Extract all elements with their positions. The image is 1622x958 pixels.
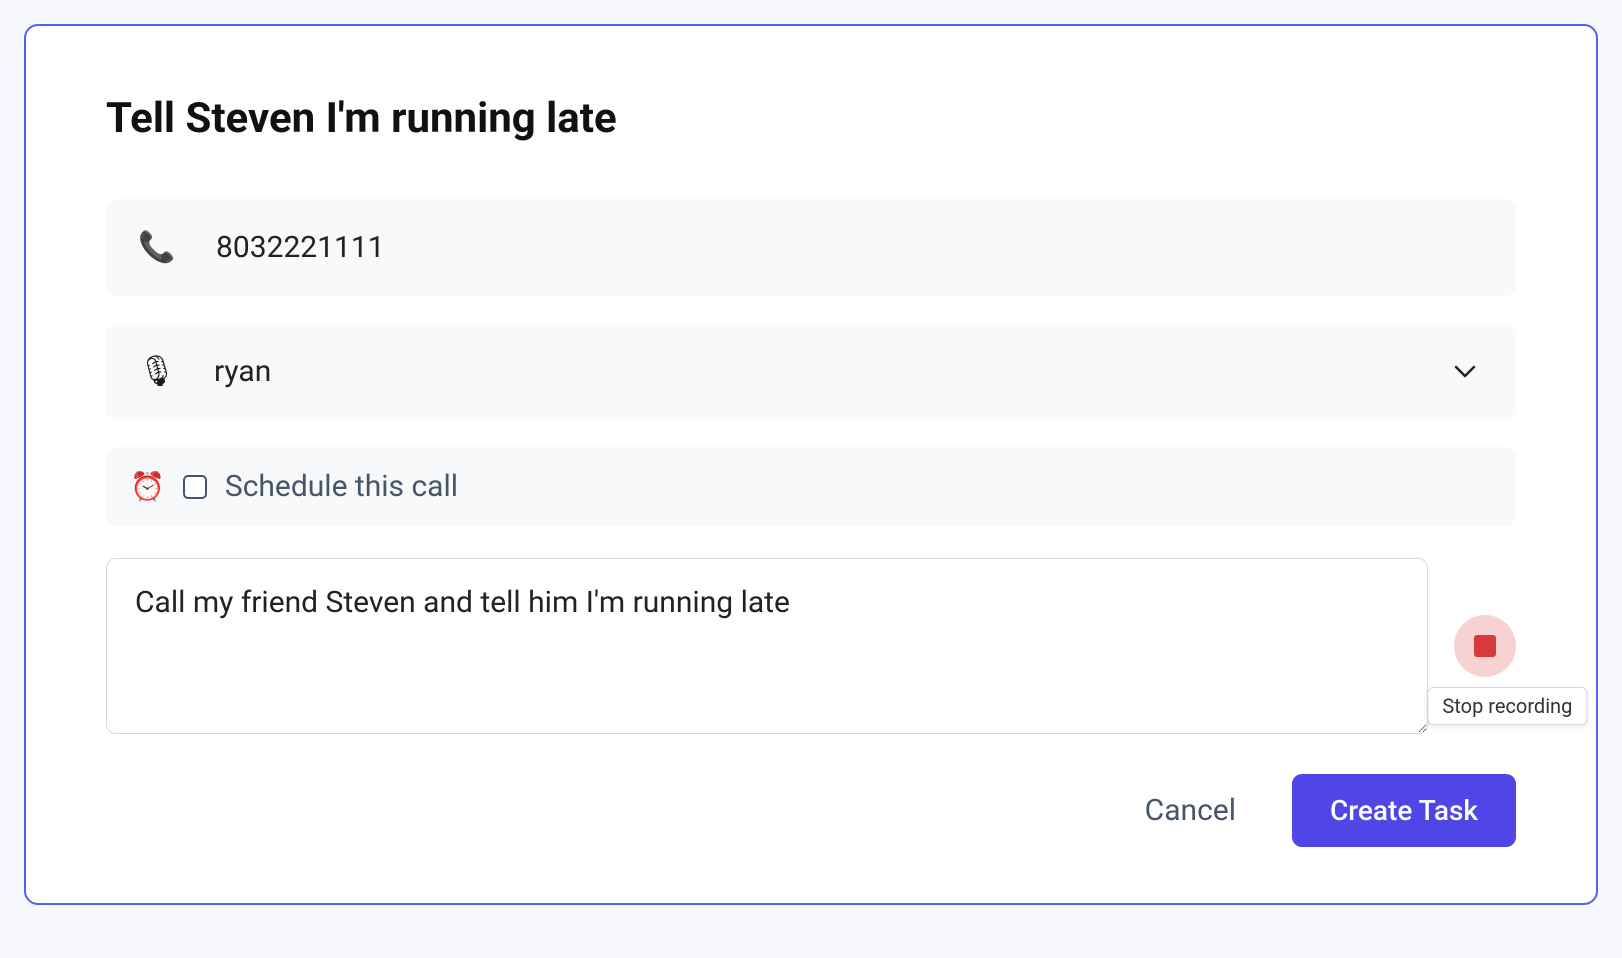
phone-field[interactable]: 📞 <box>106 199 1516 296</box>
phone-input[interactable] <box>214 229 1484 266</box>
alarm-clock-icon: ⏰ <box>130 470 165 503</box>
notes-row: Stop recording <box>106 558 1516 734</box>
phone-icon: 📞 <box>138 230 174 265</box>
schedule-label: Schedule this call <box>225 469 458 504</box>
stop-recording-button[interactable] <box>1454 615 1516 677</box>
voice-select[interactable]: 🎙 ryan <box>106 324 1516 419</box>
record-tooltip: Stop recording <box>1427 687 1587 725</box>
task-card: Tell Steven I'm running late 📞 🎙 ryan ⏰ … <box>24 24 1598 905</box>
page-root: Tell Steven I'm running late 📞 🎙 ryan ⏰ … <box>0 0 1622 929</box>
voice-selected-value: ryan <box>214 354 1476 389</box>
notes-textarea[interactable] <box>106 558 1428 734</box>
microphone-icon: 🎙 <box>138 354 174 389</box>
cancel-button[interactable]: Cancel <box>1137 777 1244 844</box>
stop-icon <box>1474 635 1496 657</box>
actions-row: Cancel Create Task <box>106 774 1516 847</box>
create-task-button[interactable]: Create Task <box>1292 774 1516 847</box>
chevron-down-icon <box>1454 365 1476 379</box>
task-title: Tell Steven I'm running late <box>106 94 1516 143</box>
schedule-row: ⏰ Schedule this call <box>106 447 1516 526</box>
record-wrap: Stop recording <box>1454 615 1516 677</box>
schedule-checkbox[interactable] <box>183 475 207 499</box>
